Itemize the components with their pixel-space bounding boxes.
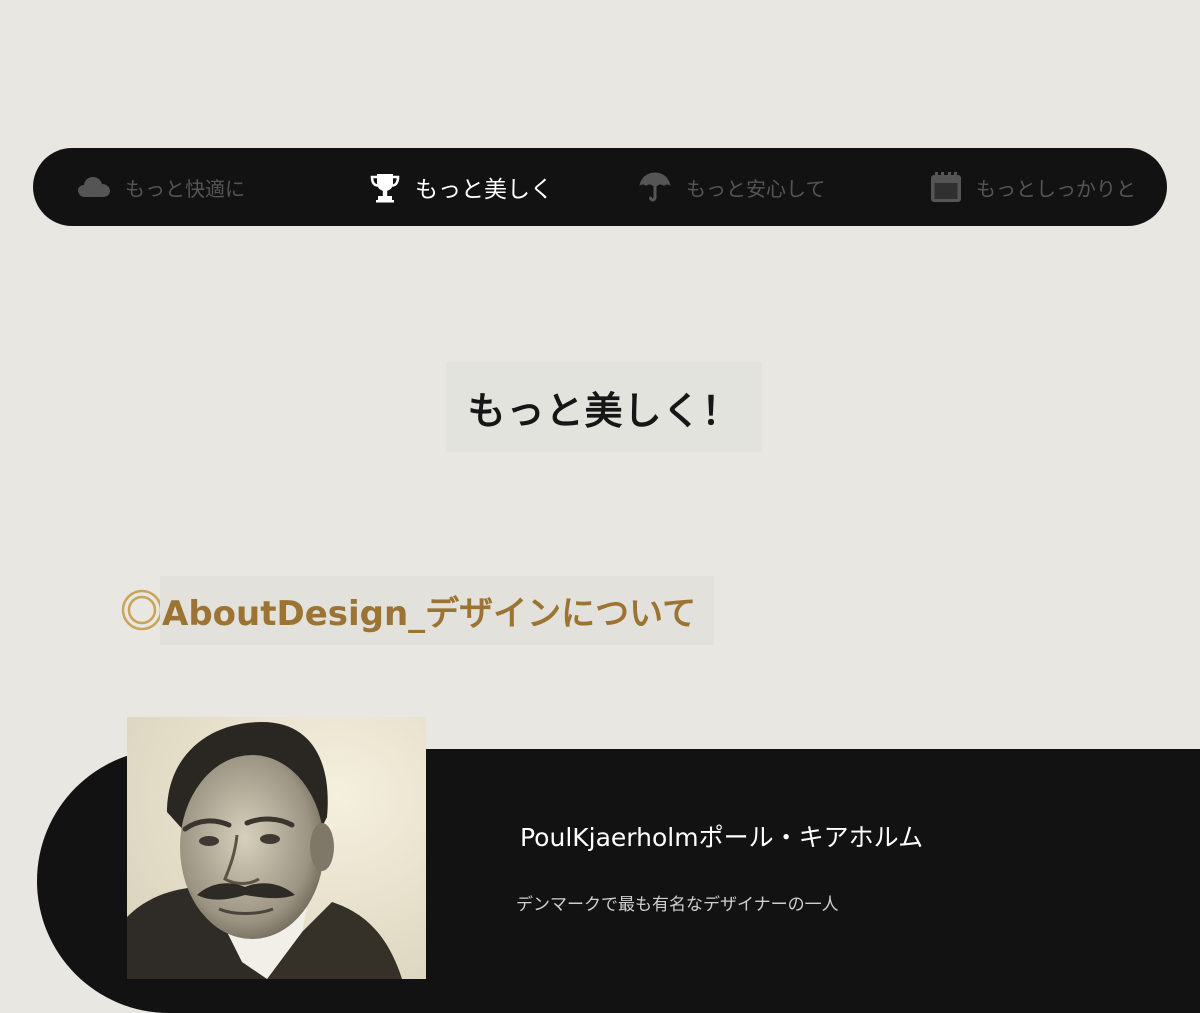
tab-beauty[interactable]: もっと美しく [369,148,553,226]
section-title: AboutDesign_デザインについて [120,574,715,646]
calendar-icon [930,171,962,203]
cloud-icon [77,175,111,199]
tab-comfort[interactable]: もっと快適に [77,148,245,226]
tab-bar: もっと快適に もっと美しく もっと安心して もっとしっかりと [33,148,1167,226]
tab-firmness[interactable]: もっとしっかりと [930,148,1136,226]
umbrella-icon [638,170,672,204]
tab-comfort-label: もっと快適に [125,176,245,201]
designer-name: PoulKjaerholmポール・キアホルム [520,823,924,852]
section-title-text: AboutDesign_デザインについて [160,575,715,645]
page-heading: もっと美しく！ [446,362,762,452]
double-circle-icon [120,588,164,632]
trophy-icon [369,171,401,203]
tab-safety-label: もっと安心して [686,176,826,201]
tab-safety[interactable]: もっと安心して [638,148,825,226]
designer-description: デンマークで最も有名なデザイナーの一人 [516,895,839,915]
tab-beauty-label: もっと美しく [415,177,553,203]
tab-firmness-label: もっとしっかりと [976,176,1136,201]
designer-portrait [127,717,426,979]
